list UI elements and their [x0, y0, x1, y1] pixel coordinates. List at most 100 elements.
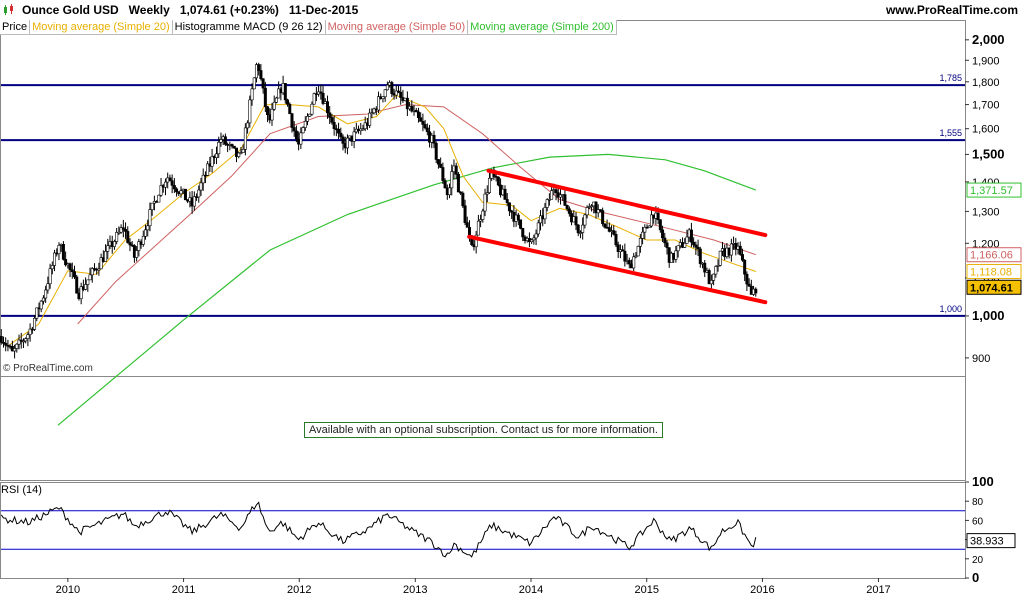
- candle-body: [299, 132, 303, 145]
- candle-body: [487, 178, 491, 193]
- candle-body: [141, 235, 145, 245]
- channel-upper-line: [486, 168, 768, 238]
- x-tick-label: 2017: [866, 584, 890, 596]
- candle-body: [425, 127, 429, 133]
- candle-body: [46, 283, 50, 291]
- legend-macd[interactable]: Histogramme MACD (9 26 12): [172, 20, 326, 35]
- candle-body: [481, 210, 485, 220]
- candle-body: [26, 334, 30, 339]
- candle-body: [743, 259, 747, 275]
- price-y-tick-label: 1,700: [972, 100, 1000, 112]
- candle-body: [638, 238, 642, 247]
- candle-body: [183, 188, 187, 201]
- candle-body: [270, 108, 274, 121]
- candle-body: [126, 231, 130, 243]
- candle-body: [341, 136, 345, 144]
- indicator-legend: Price Moving average (Simple 20) Histogr…: [0, 20, 617, 35]
- candle-body: [328, 112, 332, 118]
- candle-body: [450, 171, 454, 189]
- candle-body: [545, 199, 549, 208]
- candle-body: [543, 207, 547, 220]
- candle-body: [306, 115, 310, 122]
- candle-body: [683, 243, 687, 248]
- candle-body: [738, 245, 742, 255]
- candle-body: [272, 101, 276, 110]
- candle-body: [248, 99, 252, 124]
- candle-body: [199, 182, 203, 191]
- candle-body: [13, 348, 17, 352]
- candle-body: [104, 250, 108, 262]
- candle-body: [632, 256, 636, 269]
- candle-body: [576, 224, 580, 234]
- legend-ma20[interactable]: Moving average (Simple 20): [30, 20, 173, 35]
- candle-body: [663, 237, 667, 244]
- candle-body: [441, 167, 445, 181]
- chart-header: Ounce Gold USD Weekly 1,074.61 (+0.23%) …: [0, 0, 1024, 20]
- candle-body: [636, 246, 640, 257]
- level-label-1000: 1,000: [939, 304, 962, 314]
- candle-body: [627, 260, 631, 265]
- candle-body: [461, 192, 465, 207]
- candle-body: [507, 202, 511, 212]
- legend-ma200[interactable]: Moving average (Simple 200): [468, 20, 617, 35]
- candle-body: [534, 233, 538, 239]
- candle-body: [641, 231, 645, 239]
- candle-body: [448, 187, 452, 196]
- candle-body: [434, 142, 438, 160]
- candle-body: [170, 180, 174, 186]
- legend-price[interactable]: Price: [0, 20, 31, 35]
- candle-body: [676, 245, 680, 252]
- price-panel-frame: [0, 20, 966, 377]
- candle-body: [68, 263, 72, 270]
- legend-ma50[interactable]: Moving average (Simple 50): [325, 20, 469, 35]
- candle-body: [88, 274, 92, 281]
- price-y-tick-label: 1,900: [972, 55, 1000, 67]
- candle-body: [179, 190, 183, 195]
- candle-body: [48, 268, 52, 285]
- candle-body: [124, 229, 128, 232]
- candle-body: [33, 317, 37, 330]
- x-tick-label: 2011: [172, 584, 196, 596]
- subscription-note[interactable]: Available with an optional subscription.…: [304, 422, 663, 438]
- rsi-label[interactable]: RSI (14): [1, 484, 42, 496]
- candle-body: [35, 307, 39, 319]
- candle-body: [15, 343, 19, 349]
- candle-body: [718, 250, 722, 266]
- candle-body: [257, 64, 261, 71]
- rsi-value-tag-label: 38.933: [970, 536, 1004, 548]
- rsi-y-tick-label: 100: [972, 474, 994, 489]
- candle-body: [168, 177, 172, 182]
- candle-body: [301, 127, 305, 134]
- candle-body: [50, 265, 54, 270]
- candle-body: [332, 121, 336, 129]
- candle-body: [463, 205, 467, 223]
- candle-body: [303, 120, 307, 128]
- candle-body: [692, 241, 696, 246]
- candle-body: [41, 297, 45, 302]
- candle-body: [581, 224, 585, 233]
- candle-body: [157, 194, 161, 203]
- candle-body: [266, 106, 270, 116]
- candle-body: [241, 149, 245, 153]
- candle-body: [70, 269, 74, 272]
- price-y-tick-label: 1,600: [972, 124, 1000, 136]
- rsi-y-tick-label: 20: [972, 555, 984, 566]
- candle-body: [385, 84, 389, 91]
- instrument-title: Ounce Gold USD Weekly 1,074.61 (+0.23%) …: [22, 3, 359, 17]
- rsi-y-tick-label: 80: [972, 497, 984, 508]
- price-chart: 9001,0001,1001,2001,3001,4001,5001,6001,…: [0, 20, 1022, 596]
- candle-body: [565, 204, 569, 210]
- candle-body: [674, 250, 678, 260]
- candle-body: [399, 91, 403, 98]
- candle-body: [246, 122, 250, 129]
- candle-body: [310, 103, 314, 115]
- candle-body: [432, 134, 436, 144]
- candle-body: [689, 229, 693, 243]
- candle-body: [163, 181, 167, 188]
- candle-body: [106, 245, 110, 252]
- candle-body: [337, 128, 341, 134]
- candle-body: [146, 225, 150, 231]
- level-label-1555: 1,555: [939, 128, 962, 138]
- candle-body: [286, 99, 290, 105]
- site-url[interactable]: www.ProRealTime.com: [886, 3, 1018, 17]
